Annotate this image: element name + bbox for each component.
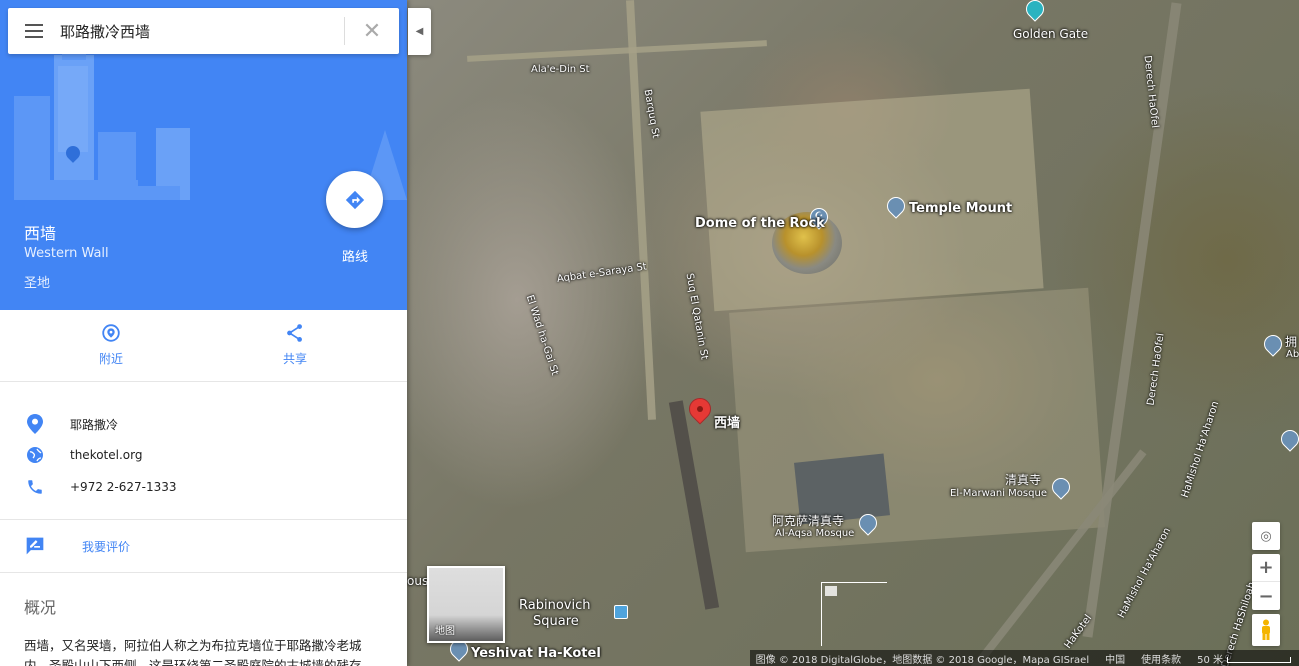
imagery-attribution: 图像 © 2018 DigitalGlobe，地图数据 © 2018 Googl… [755,654,1090,666]
street-label: Derech HaOfel [1141,54,1161,129]
hamburger-menu-icon[interactable] [8,8,60,54]
scale-label: 50 米 [1197,654,1223,666]
directions-button[interactable] [326,171,383,228]
place-subtitle: Western Wall [24,246,109,261]
write-review-row[interactable]: 我要评价 [0,520,407,573]
place-title: 西墙 [24,224,57,243]
place-info-list: 耶路撒冷 thekotel.org +972 2-627-1333 [0,382,407,520]
map-label-yeshivat[interactable]: Yeshivat Ha-Kotel [471,646,601,661]
map-label-rabinovich-2[interactable]: Square [533,614,579,629]
close-icon[interactable]: ✕ [345,8,399,54]
street-label: HaMishol Ha'Aharon [1179,399,1222,500]
website-row[interactable]: thekotel.org [0,439,407,471]
street-path [467,40,767,62]
zoom-out-button[interactable]: − [1252,582,1280,610]
globe-icon [0,446,70,464]
street-label: El Wad ha-Gai St [523,293,561,377]
golden-gate-marker-icon[interactable] [1022,0,1048,22]
map-label-western-wall[interactable]: 西墙 [714,412,740,431]
map-label-marwani-cn[interactable]: 清真寺 [1005,471,1041,488]
image-icon [825,586,837,596]
map-label-marwani-en[interactable]: El-Marwani Mosque [950,488,1047,499]
zoom-in-button[interactable]: + [1252,554,1280,582]
nearby-label: 附近 [98,352,123,366]
place-category[interactable]: 圣地 [24,272,50,291]
rate-review-icon [0,536,82,556]
street-label: Aqbat e-Saraya St [556,261,648,285]
region-link[interactable]: 中国 [1105,651,1125,666]
overview-heading: 概况 [24,598,57,617]
write-review-label: 我要评价 [82,539,131,554]
scale-indicator[interactable]: 50 米 [1197,651,1291,666]
scale-bar [1227,656,1291,663]
temple-mount-platform [700,88,1044,312]
address-row[interactable]: 耶路撒冷 [0,408,407,440]
phone-icon [0,478,70,496]
street-label: HaMishol Ha'Aharon [1116,525,1174,621]
pin-dot [697,406,703,412]
location-pin-icon [0,414,70,434]
street-path [626,0,656,420]
photo-thumbnail-frame[interactable] [821,582,887,646]
street-label: Ala'e-Din St [531,64,590,75]
minimap-label: 地图 [435,626,455,637]
target-icon: ◎ [1260,528,1272,544]
map-label-rabinovich-1[interactable]: Rabinovich [519,598,590,613]
map-attribution-bar: 图像 © 2018 DigitalGlobe，地图数据 © 2018 Googl… [749,650,1299,666]
nearby-icon [102,324,120,342]
phone-row[interactable]: +972 2-627-1333 [0,471,407,503]
search-input[interactable] [60,22,344,40]
share-label: 共享 [282,352,307,366]
transit-stop-icon[interactable] [614,605,628,619]
street-label: Derech HaOfel [1145,332,1167,407]
phone-number[interactable]: +972 2-627-1333 [70,480,177,494]
share-icon [287,324,302,342]
street-label: Suq El Qatanin St [683,272,710,361]
website-link[interactable]: thekotel.org [70,448,142,462]
map-label-temple-mount[interactable]: Temple Mount [909,201,1012,216]
street-view-pegman[interactable] [1252,614,1280,646]
place-marker-icon[interactable] [1260,331,1286,357]
map-label-aqsa-cn[interactable]: 阿克萨清真寺 [772,512,844,529]
place-details-panel: ✕ 西墙 Western Wall 圣地 路线 附近 [0,0,407,666]
directions-label[interactable]: 路线 [330,246,380,265]
map-label-aqsa-en[interactable]: Al-Aqsa Mosque [775,528,854,539]
street-label: Barquq St [641,88,661,140]
search-box: ✕ [8,8,399,54]
overview-description: 西墙，又名哭墙，阿拉伯人称之为布拉克墙位于耶路撒冷老城内，圣殿山山下西侧，这是环… [24,638,362,666]
map-label-edge-cn[interactable]: 拥 [1285,333,1297,350]
map-type-toggle[interactable]: 地图 [427,566,505,643]
pegman-icon [1262,619,1270,640]
address-text: 耶路撒冷 [70,417,119,432]
share-button[interactable]: 共享 [255,322,335,367]
chevron-left-icon: ◀ [415,26,424,37]
nearby-button[interactable]: 附近 [71,322,151,367]
collapse-panel-button[interactable]: ◀ [408,8,431,55]
my-location-button[interactable]: ◎ [1252,522,1280,550]
directions-icon [345,190,364,209]
action-bar: 附近 共享 [0,310,407,382]
window-grid [58,66,88,152]
map-label-dome-of-the-rock[interactable]: Dome of the Rock [695,216,825,231]
map-label-edge-en[interactable]: Ab [1286,349,1299,360]
building-shape [120,186,180,200]
terms-link[interactable]: 使用条款 [1141,651,1181,666]
zoom-controls: + − [1252,554,1280,610]
place-marker-icon[interactable] [1277,426,1299,452]
satellite-map[interactable]: Ala'e-Din St Barquq St Aqbat e-Saraya St… [407,0,1299,666]
western-wall-structure [668,400,720,610]
map-label-golden-gate[interactable]: Golden Gate [1013,27,1088,41]
